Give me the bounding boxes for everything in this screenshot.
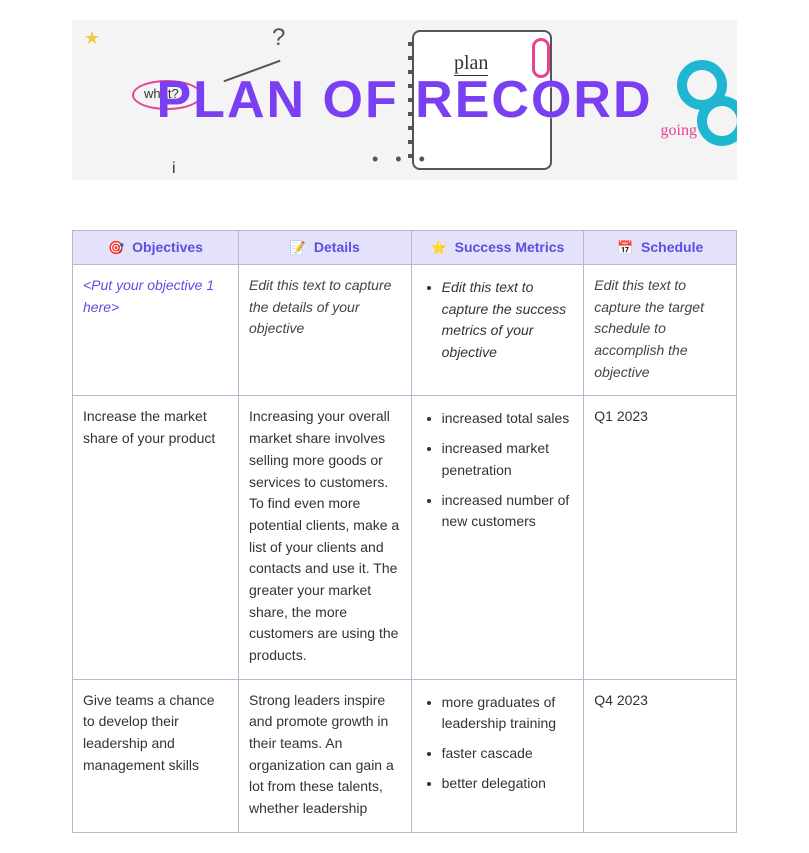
metrics-item: increased number of new customers	[442, 490, 574, 533]
table-row: Give teams a chance to develop their lea…	[73, 679, 737, 832]
cell-details[interactable]: Strong leaders inspire and promote growt…	[239, 679, 412, 832]
cell-schedule[interactable]: Q4 2023	[584, 679, 737, 832]
metrics-item: Edit this text to capture the success me…	[442, 277, 574, 364]
col-header-label: Details	[314, 239, 360, 255]
cell-objective[interactable]: <Put your objective 1 here>	[73, 265, 239, 396]
memo-icon: 📝	[290, 240, 306, 255]
cell-metrics[interactable]: Edit this text to capture the success me…	[411, 265, 584, 396]
target-icon: 🎯	[108, 240, 124, 255]
cell-objective[interactable]: Give teams a chance to develop their lea…	[73, 679, 239, 832]
metrics-item: more graduates of leadership training	[442, 692, 574, 735]
cell-objective[interactable]: Increase the market share of your produc…	[73, 396, 239, 679]
metrics-item: increased total sales	[442, 408, 574, 430]
calendar-icon: 📅	[617, 240, 633, 255]
banner: ★ what? ? plan going • • • i PLAN OF REC…	[72, 20, 737, 180]
col-header-label: Schedule	[641, 239, 703, 255]
metrics-item: faster cascade	[442, 743, 574, 765]
col-header-label: Objectives	[132, 239, 203, 255]
table-row: Increase the market share of your produc…	[73, 396, 737, 679]
metrics-list: more graduates of leadership training fas…	[422, 692, 574, 795]
cell-schedule[interactable]: Edit this text to capture the target sch…	[584, 265, 737, 396]
plan-table-container: 🎯 Objectives 📝 Details ⭐ Success Metrics…	[72, 230, 737, 833]
col-header-label: Success Metrics	[455, 239, 565, 255]
table-header-row: 🎯 Objectives 📝 Details ⭐ Success Metrics…	[73, 231, 737, 265]
cell-metrics[interactable]: increased total sales increased market pe…	[411, 396, 584, 679]
document-page: ★ what? ? plan going • • • i PLAN OF REC…	[0, 20, 809, 853]
table-body: <Put your objective 1 here>Edit this tex…	[73, 265, 737, 833]
cell-schedule[interactable]: Q1 2023	[584, 396, 737, 679]
table-row: <Put your objective 1 here>Edit this tex…	[73, 265, 737, 396]
page-title: PLAN OF RECORD	[72, 20, 737, 180]
col-header-details: 📝 Details	[239, 231, 412, 265]
col-header-schedule: 📅 Schedule	[584, 231, 737, 265]
metrics-list: increased total sales increased market pe…	[422, 408, 574, 532]
col-header-objectives: 🎯 Objectives	[73, 231, 239, 265]
star-icon: ⭐	[431, 240, 447, 255]
cell-details[interactable]: Edit this text to capture the details of…	[239, 265, 412, 396]
plan-table: 🎯 Objectives 📝 Details ⭐ Success Metrics…	[72, 230, 737, 833]
metrics-item: increased market penetration	[442, 438, 574, 481]
cell-details[interactable]: Increasing your overall market share inv…	[239, 396, 412, 679]
cell-metrics[interactable]: more graduates of leadership training fas…	[411, 679, 584, 832]
col-header-metrics: ⭐ Success Metrics	[411, 231, 584, 265]
metrics-list: Edit this text to capture the success me…	[422, 277, 574, 364]
metrics-item: better delegation	[442, 773, 574, 795]
